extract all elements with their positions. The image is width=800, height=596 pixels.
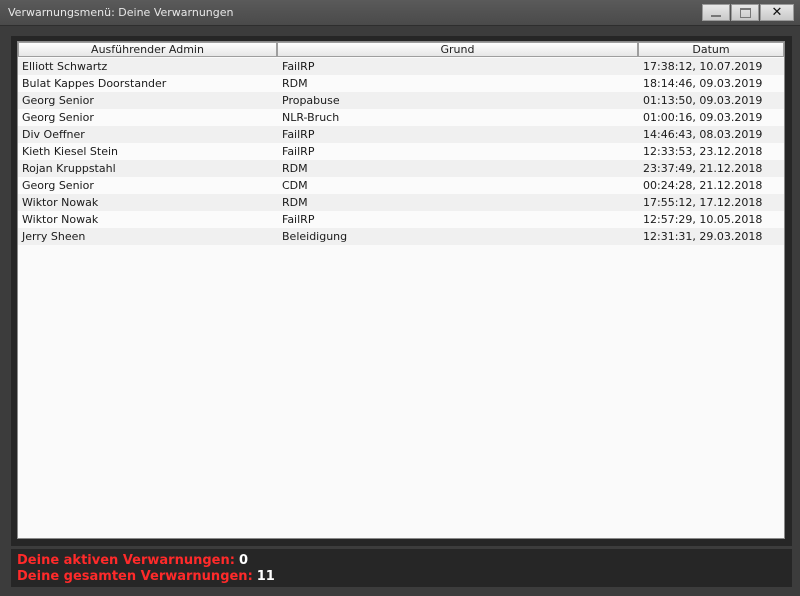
cell-admin: Div Oeffner [22,128,85,141]
cell-date: 12:31:31, 29.03.2018 [643,230,763,243]
table-row[interactable]: Georg Senior Propabuse 01:13:50, 09.03.201… [18,92,784,109]
table-row[interactable]: Bulat Kappes Doorstander RDM 18:14:46, 09.… [18,75,784,92]
table-row[interactable]: Jerry Sheen Beleidigung 12:31:31, 29.03.20… [18,228,784,245]
maximize-icon [739,7,751,18]
cell-admin: Wiktor Nowak [22,196,99,209]
cell-admin: Georg Senior [22,111,94,124]
table-row[interactable]: Wiktor Nowak RDM 17:55:12, 17.12.2018 [18,194,784,211]
cell-admin: Kieth Kiesel Stein [22,145,118,158]
window-controls: ✕ [701,4,794,22]
cell-reason: CDM [282,179,308,192]
cell-date: 12:33:53, 23.12.2018 [643,145,763,158]
cell-reason: RDM [282,162,308,175]
cell-reason: FailRP [282,60,315,73]
window-title: Verwarnungsmenü: Deine Verwarnungen [8,6,234,19]
warnings-table: Ausführender Admin Grund Datum Elliott S… [17,41,785,539]
column-header-date[interactable]: Datum [638,42,784,57]
cell-date: 18:14:46, 09.03.2019 [643,77,763,90]
cell-date: 17:55:12, 17.12.2018 [643,196,763,209]
cell-reason: FailRP [282,128,315,141]
maximize-button[interactable] [731,4,759,21]
table-row[interactable]: Georg Senior CDM 00:24:28, 21.12.2018 [18,177,784,194]
close-icon: ✕ [771,5,783,20]
cell-date: 01:00:16, 09.03.2019 [643,111,763,124]
close-button[interactable]: ✕ [760,4,794,21]
active-warnings-count: 0 [238,553,248,568]
title-bar[interactable]: Verwarnungsmenü: Deine Verwarnungen ✕ [0,0,800,26]
table-header: Ausführender Admin Grund Datum [18,42,784,58]
cell-date: 17:38:12, 10.07.2019 [643,60,763,73]
cell-admin: Elliott Schwartz [22,60,108,73]
cell-date: 12:57:29, 10.05.2018 [643,213,763,226]
table-body: Elliott Schwartz FailRP 17:38:12, 10.07.20… [18,58,784,245]
cell-admin: Rojan Kruppstahl [22,162,116,175]
cell-admin: Bulat Kappes Doorstander [22,77,167,90]
cell-reason: FailRP [282,145,315,158]
cell-reason: Beleidigung [282,230,348,243]
cell-date: 23:37:49, 21.12.2018 [643,162,763,175]
cell-date: 01:13:50, 09.03.2019 [643,94,763,107]
cell-reason: RDM [282,77,308,90]
table-row[interactable]: Kieth Kiesel Stein FailRP 12:33:53, 23.12.… [18,143,784,160]
total-warnings-label: Deine gesamten Verwarnungen: [17,569,253,584]
active-warnings-label: Deine aktiven Verwarnungen: [17,553,235,568]
cell-admin: Wiktor Nowak [22,213,99,226]
table-row[interactable]: Georg Senior NLR-Bruch 01:00:16, 09.03.201… [18,109,784,126]
cell-reason: FailRP [282,213,315,226]
table-row[interactable]: Elliott Schwartz FailRP 17:38:12, 10.07.20… [18,58,784,75]
cell-date: 14:46:43, 08.03.2019 [643,128,763,141]
cell-reason: RDM [282,196,308,209]
content-panel: Ausführender Admin Grund Datum Elliott S… [11,36,792,546]
cell-admin: Jerry Sheen [22,230,86,243]
total-warnings: Deine gesamten Verwarnungen: 11 [17,569,275,584]
minimize-icon [711,14,721,17]
column-header-admin[interactable]: Ausführender Admin [18,42,277,57]
warnings-summary: Deine aktiven Verwarnungen: 0 Deine gesam… [11,549,792,587]
warnings-window: Verwarnungsmenü: Deine Verwarnungen ✕ Au… [0,0,800,596]
table-row[interactable]: Wiktor Nowak FailRP 12:57:29, 10.05.2018 [18,211,784,228]
active-warnings: Deine aktiven Verwarnungen: 0 [17,553,248,568]
total-warnings-count: 11 [256,569,275,584]
cell-reason: Propabuse [282,94,340,107]
cell-reason: NLR-Bruch [282,111,340,124]
minimize-button[interactable] [702,4,730,21]
cell-admin: Georg Senior [22,179,94,192]
column-header-reason[interactable]: Grund [277,42,638,57]
cell-admin: Georg Senior [22,94,94,107]
table-row[interactable]: Rojan Kruppstahl RDM 23:37:49, 21.12.2018 [18,160,784,177]
table-row[interactable]: Div Oeffner FailRP 14:46:43, 08.03.2019 [18,126,784,143]
cell-date: 00:24:28, 21.12.2018 [643,179,763,192]
